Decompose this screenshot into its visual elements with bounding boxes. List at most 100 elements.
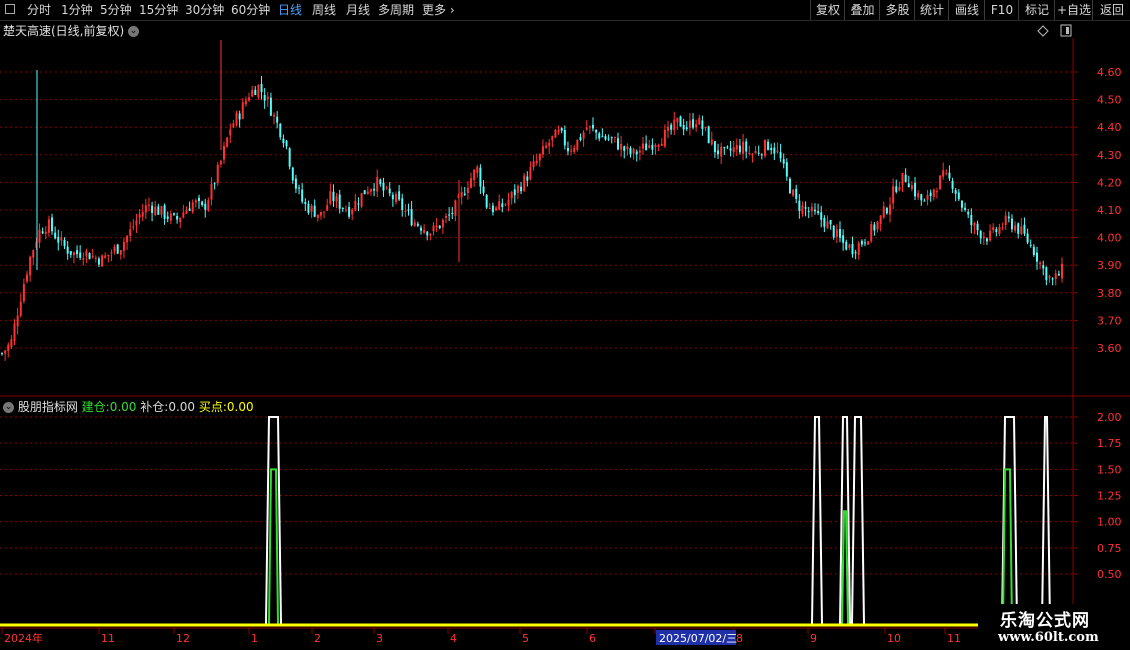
candle-body[interactable] — [491, 205, 494, 213]
candle-body[interactable] — [269, 97, 272, 116]
candle-body[interactable] — [967, 211, 970, 215]
candle-body[interactable] — [810, 206, 813, 212]
candle-body[interactable] — [201, 201, 204, 205]
candle-body[interactable] — [867, 241, 870, 245]
candle-body[interactable] — [795, 188, 798, 199]
candle-body[interactable] — [932, 189, 935, 197]
candle-body[interactable] — [779, 151, 782, 159]
candle-body[interactable] — [1061, 263, 1063, 279]
candle-body[interactable] — [985, 238, 988, 242]
candle-body[interactable] — [1042, 265, 1045, 269]
candle-body[interactable] — [635, 151, 638, 155]
candle-body[interactable] — [7, 344, 10, 352]
candle-body[interactable] — [404, 210, 407, 212]
candle-body[interactable] — [882, 206, 885, 218]
candle-body[interactable] — [838, 228, 841, 238]
candle-body[interactable] — [194, 200, 197, 203]
candle-body[interactable] — [1017, 223, 1020, 234]
candle-body[interactable] — [582, 132, 585, 139]
candle-body[interactable] — [298, 187, 301, 189]
candle-body[interactable] — [892, 186, 895, 204]
candle-body[interactable] — [122, 241, 125, 251]
candle-body[interactable] — [1, 353, 3, 355]
candle-body[interactable] — [110, 252, 113, 254]
candle-body[interactable] — [379, 179, 382, 185]
candle-body[interactable] — [1026, 233, 1029, 243]
candle-body[interactable] — [119, 250, 122, 255]
candle-body[interactable] — [820, 212, 823, 220]
candle-body[interactable] — [373, 188, 376, 191]
candle-body[interactable] — [532, 161, 535, 168]
candle-body[interactable] — [248, 97, 251, 101]
candle-body[interactable] — [29, 256, 32, 276]
candle-body[interactable] — [394, 194, 397, 202]
candle-body[interactable] — [645, 143, 648, 151]
candle-body[interactable] — [163, 205, 166, 219]
candle-body[interactable] — [701, 120, 704, 129]
candle-body[interactable] — [116, 244, 119, 254]
candle-body[interactable] — [832, 225, 835, 238]
candle-body[interactable] — [441, 219, 444, 228]
candle-body[interactable] — [563, 130, 566, 146]
candle-body[interactable] — [707, 126, 710, 143]
candle-body[interactable] — [495, 207, 498, 211]
candle-body[interactable] — [642, 143, 645, 149]
candle-body[interactable] — [842, 235, 845, 243]
candle-body[interactable] — [416, 223, 419, 226]
candle-body[interactable] — [557, 129, 560, 133]
candle-body[interactable] — [429, 233, 432, 236]
candle-body[interactable] — [829, 220, 832, 225]
candle-body[interactable] — [188, 208, 191, 211]
candle-body[interactable] — [82, 258, 85, 260]
candle-body[interactable] — [438, 225, 441, 229]
candle-body[interactable] — [504, 204, 507, 206]
candle-body[interactable] — [673, 119, 676, 131]
candle-body[interactable] — [732, 147, 735, 153]
candle-body[interactable] — [147, 204, 150, 206]
candle-body[interactable] — [344, 209, 347, 211]
candle-body[interactable] — [692, 119, 695, 128]
candle-body[interactable] — [154, 206, 157, 215]
candle-body[interactable] — [879, 215, 882, 224]
candle-body[interactable] — [676, 117, 679, 123]
candle-body[interactable] — [54, 232, 57, 239]
candle-body[interactable] — [16, 315, 19, 327]
candle-body[interactable] — [360, 192, 363, 207]
candle-body[interactable] — [57, 236, 60, 243]
candle-body[interactable] — [501, 203, 504, 207]
candle-body[interactable] — [957, 192, 960, 200]
candle-body[interactable] — [488, 207, 491, 209]
candle-body[interactable] — [507, 199, 510, 205]
candle-body[interactable] — [570, 150, 573, 152]
candle-body[interactable] — [157, 206, 160, 215]
candle-body[interactable] — [263, 95, 266, 101]
candle-body[interactable] — [964, 207, 967, 210]
candle-body[interactable] — [601, 136, 604, 138]
candle-body[interactable] — [529, 167, 532, 180]
candle-body[interactable] — [807, 210, 810, 212]
candle-body[interactable] — [398, 191, 401, 200]
candle-body[interactable] — [301, 189, 304, 202]
candle-body[interactable] — [726, 146, 729, 148]
candle-body[interactable] — [657, 144, 660, 147]
candle-body[interactable] — [304, 202, 307, 204]
candle-body[interactable] — [279, 123, 282, 138]
candle-body[interactable] — [851, 243, 854, 255]
candle-body[interactable] — [595, 129, 598, 133]
candle-body[interactable] — [870, 224, 873, 242]
candle-body[interactable] — [798, 200, 801, 211]
candle-body[interactable] — [576, 139, 579, 150]
candle-body[interactable] — [482, 186, 485, 193]
candle-body[interactable] — [176, 215, 179, 220]
candle-body[interactable] — [516, 185, 519, 193]
candle-body[interactable] — [498, 201, 501, 210]
candle-body[interactable] — [10, 339, 13, 348]
candle-body[interactable] — [942, 170, 945, 177]
candle-body[interactable] — [573, 147, 576, 152]
candle-body[interactable] — [695, 124, 698, 128]
candle-body[interactable] — [1010, 218, 1013, 230]
candle-body[interactable] — [857, 243, 860, 255]
candle-body[interactable] — [873, 224, 876, 231]
candle-body[interactable] — [329, 191, 332, 204]
candle-body[interactable] — [432, 225, 435, 232]
